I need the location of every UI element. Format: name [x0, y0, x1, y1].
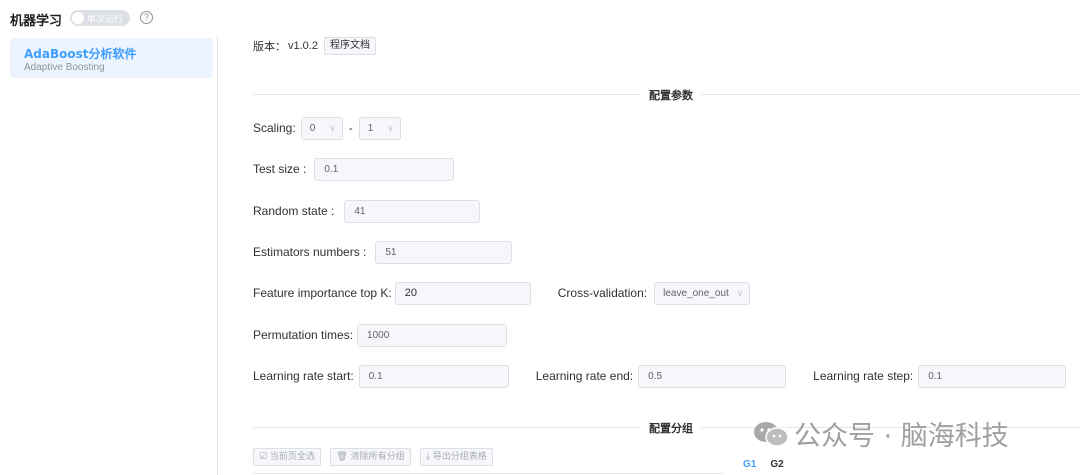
sidebar: AdaBoost分析软件 Adaptive Boosting	[0, 36, 218, 475]
scaling-max-value: 1	[367, 122, 374, 134]
sidebar-item-subtitle: Adaptive Boosting	[24, 62, 105, 73]
feature-topk-label: Feature importance top K:	[253, 286, 392, 300]
version-value: v1.0.2	[288, 40, 318, 52]
test-size-row: Test size : 0.1	[253, 157, 455, 181]
group-toolbar: ☑ 当前页全选 🗑 清除所有分组 ⤓ 导出分组表格	[253, 448, 499, 466]
app-title: 机器学习	[10, 14, 63, 29]
permutation-input[interactable]: 1000	[357, 323, 508, 347]
random-state-input[interactable]: 41	[344, 199, 481, 223]
permutation-row: Permutation times: 1000	[253, 323, 508, 347]
watermark: 公众号 · 脑海科技	[752, 414, 1009, 453]
top-bar: 机器学习 单次运行 ?	[0, 0, 1080, 36]
main-panel: 版本： v1.0.2 程序文档 配置参数 Scaling: 0 ∨ - 1 ∨ …	[218, 36, 1080, 475]
params-section-title: 配置参数	[641, 87, 701, 103]
toggle-knob	[72, 12, 84, 24]
cross-validation-value: leave_one_out	[663, 287, 729, 299]
permutation-label: Permutation times:	[253, 328, 354, 342]
feature-topk-input[interactable]: 20	[394, 281, 531, 305]
chevron-down-icon: ∨	[329, 122, 336, 133]
random-state-row: Random state : 41	[253, 199, 481, 223]
table-header-line	[253, 473, 723, 474]
watermark-text: 公众号 · 脑海科技	[794, 421, 1009, 452]
estimators-input[interactable]: 51	[375, 240, 513, 264]
tab-g1[interactable]: G1	[743, 459, 756, 470]
estimators-label: Estimators numbers :	[253, 245, 367, 259]
feature-topk-row: Feature importance top K: 20 Cross-valid…	[253, 281, 751, 305]
tab-g2[interactable]: G2	[770, 459, 783, 470]
group-tabs: G1 G2	[743, 459, 798, 470]
lr-step-label: Learning rate step:	[813, 369, 914, 383]
chevron-down-icon: ∨	[736, 287, 744, 298]
version-label: 版本：	[253, 40, 286, 53]
chevron-down-icon: ∨	[387, 122, 394, 133]
test-size-label: Test size :	[253, 162, 307, 176]
groups-section-title: 配置分组	[641, 420, 701, 436]
single-run-toggle[interactable]: 单次运行	[70, 10, 130, 26]
help-icon[interactable]: ?	[140, 11, 153, 24]
sidebar-item-adaboost[interactable]: AdaBoost分析软件 Adaptive Boosting	[10, 38, 213, 78]
lr-end-label: Learning rate end:	[535, 369, 634, 383]
scaling-label: Scaling:	[253, 121, 296, 135]
cross-validation-select[interactable]: leave_one_out ∨	[654, 281, 751, 305]
select-page-button[interactable]: ☑ 当前页全选	[253, 448, 321, 466]
export-groups-button[interactable]: ⤓ 导出分组表格	[419, 448, 493, 466]
random-state-label: Random state :	[253, 204, 335, 218]
lr-start-label: Learning rate start:	[253, 369, 354, 383]
estimators-row: Estimators numbers : 51	[253, 240, 513, 264]
scaling-row: Scaling: 0 ∨ - 1 ∨	[253, 116, 401, 140]
clear-groups-button[interactable]: 🗑 清除所有分组	[330, 448, 411, 466]
cross-validation-label: Cross-validation:	[557, 286, 648, 300]
toggle-label: 单次运行	[87, 15, 124, 25]
scaling-min-value: 0	[309, 122, 316, 134]
scaling-separator: -	[348, 121, 353, 135]
learning-rate-row: Learning rate start: 0.1 Learning rate e…	[253, 364, 1067, 388]
wechat-icon	[752, 420, 790, 448]
version-row: 版本： v1.0.2 程序文档	[253, 36, 376, 56]
test-size-input[interactable]: 0.1	[314, 157, 455, 181]
sidebar-item-title: AdaBoost分析软件	[24, 47, 137, 61]
documentation-button[interactable]: 程序文档	[323, 37, 376, 55]
scaling-min-select[interactable]: 0 ∨	[300, 116, 343, 140]
lr-step-input[interactable]: 0.1	[918, 364, 1067, 388]
lr-start-input[interactable]: 0.1	[358, 364, 509, 388]
lr-end-input[interactable]: 0.5	[638, 364, 787, 388]
scaling-max-select[interactable]: 1 ∨	[358, 116, 401, 140]
